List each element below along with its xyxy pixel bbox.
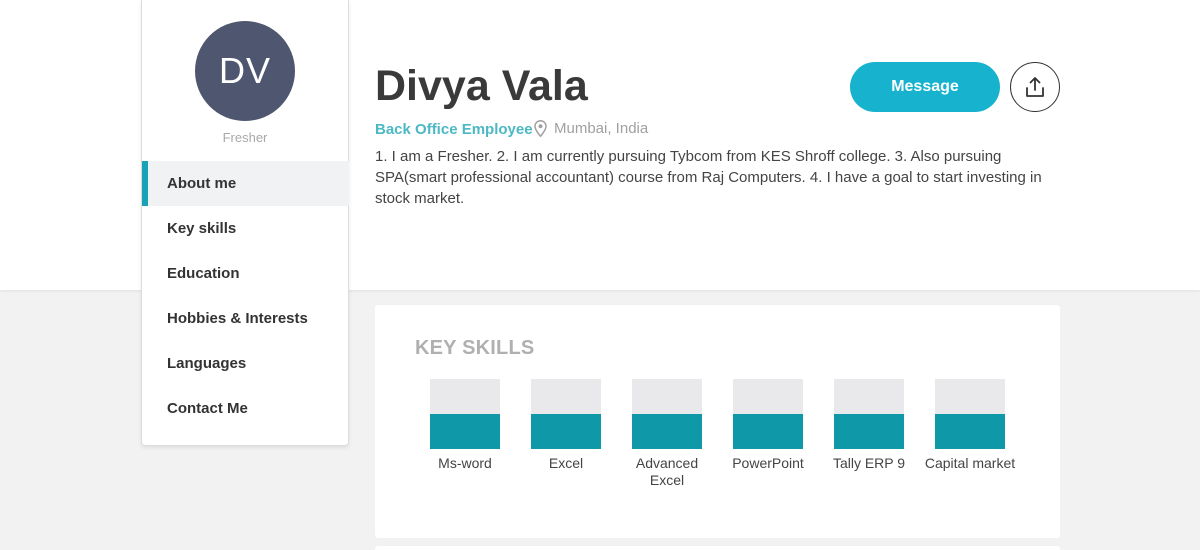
skill-bar-fill (733, 414, 803, 449)
skill-bar-fill (632, 414, 702, 449)
sidebar-nav: About me Key skills Education Hobbies & … (142, 161, 349, 431)
skill-bar (834, 379, 904, 449)
share-button[interactable] (1010, 62, 1060, 112)
skill-item: Tally ERP 9 (819, 379, 919, 472)
skill-bar-fill (430, 414, 500, 449)
about-text: 1. I am a Fresher. 2. I am currently pur… (375, 148, 1042, 207)
skill-label: Capital market (924, 455, 1016, 471)
sidebar-item-education[interactable]: Education (142, 251, 349, 296)
sidebar-item-about-me[interactable]: About me (142, 161, 349, 206)
skill-bar (935, 379, 1005, 449)
skill-label: Advanced Excel (635, 455, 699, 488)
status-text: Fresher (222, 130, 268, 145)
avatar: DV (195, 21, 295, 121)
sidebar-item-contact-me[interactable]: Contact Me (142, 386, 349, 431)
next-section-card (375, 546, 1060, 550)
sidebar-item-languages[interactable]: Languages (142, 341, 349, 386)
sidebar-item-key-skills[interactable]: Key skills (142, 206, 349, 251)
skill-bar (632, 379, 702, 449)
skill-item: Ms-word (415, 379, 515, 472)
skill-bar-fill (531, 414, 601, 449)
location-text: Mumbai, India (554, 120, 649, 137)
sidebar-item-hobbies-interests[interactable]: Hobbies & Interests (142, 296, 349, 341)
key-skills-card: KEY SKILLS Ms-word Excel Advanced Excel … (375, 305, 1060, 538)
skill-bar-fill (834, 414, 904, 449)
skill-item: Excel (516, 379, 616, 472)
profile-role: Back Office Employee (375, 121, 533, 138)
skill-item: Advanced Excel (617, 379, 717, 489)
skill-item: Capital market (920, 379, 1020, 472)
skill-label: Ms-word (438, 455, 492, 471)
profile-sidebar: DV Fresher About me Key skills Education… (141, 0, 349, 446)
message-button[interactable]: Message (850, 62, 1000, 112)
key-skills-title: KEY SKILLS (415, 337, 535, 359)
skill-item: PowerPoint (718, 379, 818, 472)
skill-bar (531, 379, 601, 449)
profile-location: Mumbai, India (534, 120, 648, 137)
skill-label: Excel (548, 455, 584, 471)
share-icon (1026, 77, 1044, 97)
skill-bar (430, 379, 500, 449)
location-pin-icon (534, 120, 547, 137)
skill-label: PowerPoint (732, 455, 804, 471)
profile-name: Divya Vala (375, 62, 588, 110)
skill-bar-fill (935, 414, 1005, 449)
skill-bar (733, 379, 803, 449)
skill-label: Tally ERP 9 (832, 455, 906, 471)
